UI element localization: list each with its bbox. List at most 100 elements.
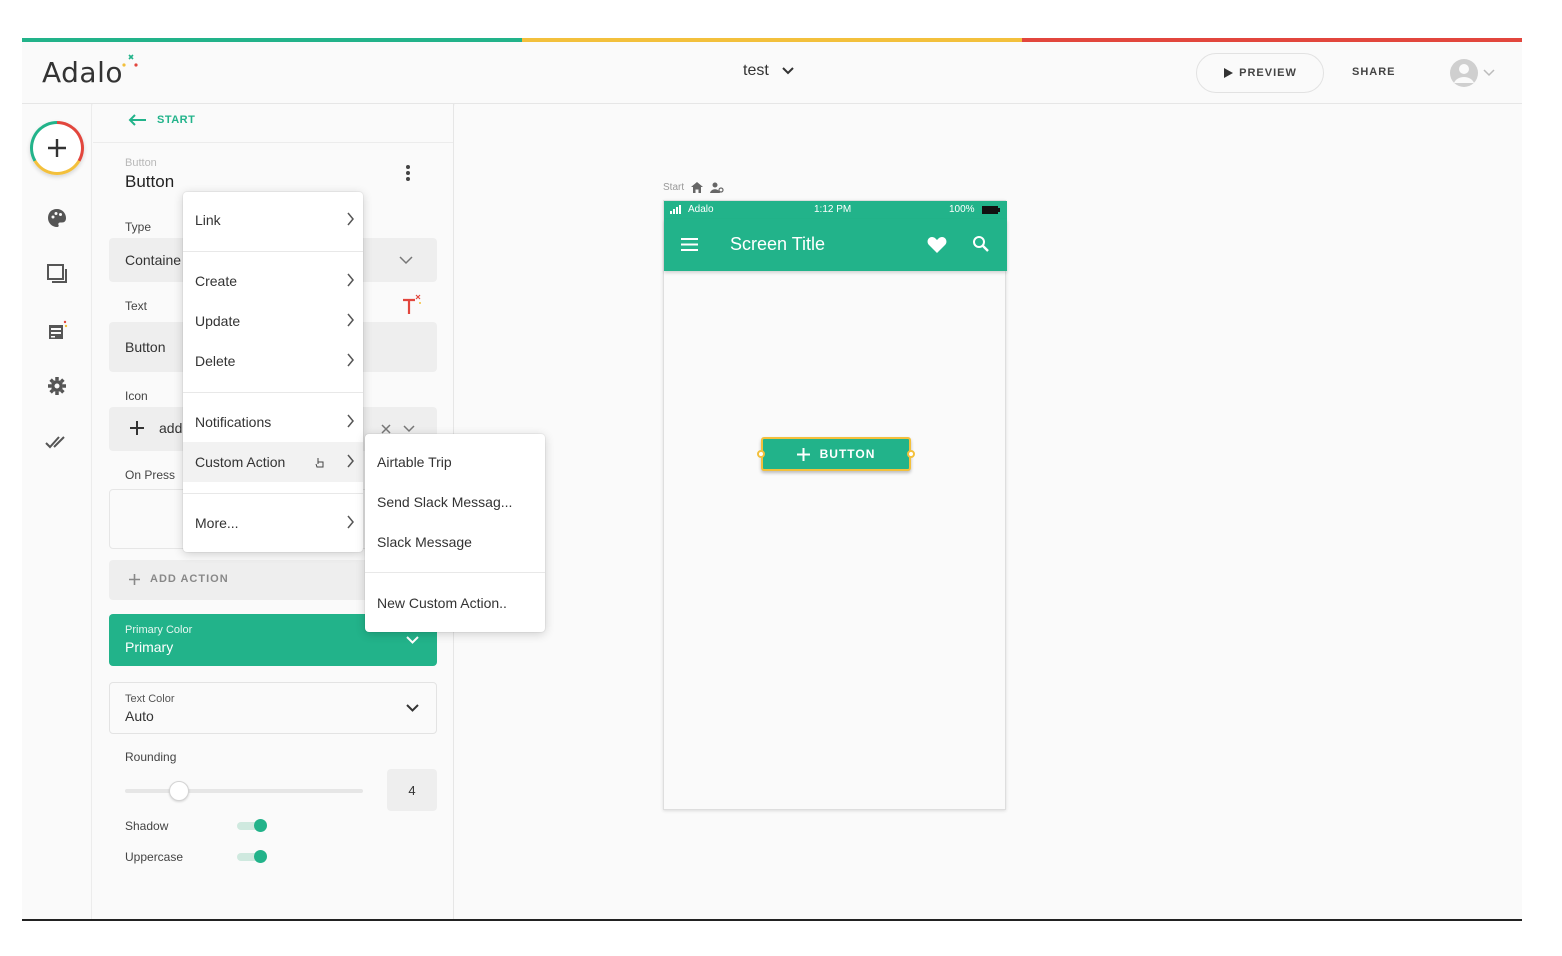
add-icon (33, 124, 81, 172)
top-header: Adalo test PREVIEW SHARE (22, 42, 1522, 104)
preview-label: PREVIEW (1239, 67, 1297, 79)
preview-button[interactable]: PREVIEW (1196, 53, 1324, 93)
plus-icon (796, 447, 810, 461)
custom-action-item[interactable]: Slack Message (365, 522, 545, 562)
menu-item-create[interactable]: Create (183, 261, 363, 301)
signal-icon (670, 205, 681, 214)
add-component-button[interactable] (30, 121, 84, 175)
chevron-right-icon (347, 414, 354, 428)
shadow-toggle[interactable] (237, 819, 267, 832)
menu-divider (365, 572, 545, 573)
menu-item-label: Link (195, 212, 221, 228)
uppercase-label: Uppercase (125, 850, 184, 864)
custom-action-label: Slack Message (377, 534, 472, 550)
menu-icon[interactable] (681, 238, 698, 251)
plus-icon (130, 421, 144, 435)
arrow-left-icon (128, 114, 146, 126)
text-value: Button (125, 339, 166, 355)
menu-item-label: Custom Action (195, 454, 286, 470)
magic-text-icon[interactable] (400, 294, 422, 316)
phone-screen[interactable]: Adalo 1:12 PM 100% Screen Title BUTTON (663, 200, 1007, 810)
share-button[interactable]: SHARE (1352, 66, 1396, 78)
publish-check-icon[interactable] (45, 430, 69, 454)
adalo-editor: Adalo test PREVIEW SHARE START Button Bu… (22, 38, 1522, 921)
rounding-slider-track[interactable] (125, 789, 363, 793)
panel-divider (93, 142, 453, 143)
custom-action-item[interactable]: Airtable Trip (365, 442, 545, 482)
text-label: Text (125, 299, 148, 313)
chevron-down-icon (782, 67, 794, 75)
menu-divider (183, 251, 363, 252)
account-menu[interactable] (1449, 58, 1495, 88)
heart-icon[interactable] (927, 236, 947, 254)
uppercase-toggle[interactable] (237, 850, 267, 863)
menu-divider (183, 493, 363, 494)
editor-canvas[interactable]: Start Adalo 1:12 PM 100% Screen Title BU… (455, 104, 1522, 919)
custom-action-submenu: Airtable Trip Send Slack Messag... Slack… (365, 434, 545, 632)
rounding-input[interactable]: 4 (387, 769, 437, 811)
clear-icon[interactable] (381, 424, 391, 434)
chevron-down-icon (403, 425, 415, 433)
screen-label[interactable]: Start (663, 182, 724, 193)
screen-title: Screen Title (730, 234, 826, 254)
menu-item-label: Delete (195, 353, 236, 369)
settings-icon[interactable] (45, 374, 69, 398)
menu-divider (183, 392, 363, 393)
back-to-screen-link[interactable]: START (127, 114, 195, 126)
type-value: Containe (125, 252, 182, 268)
app-bar[interactable]: Screen Title (664, 219, 1007, 271)
avatar-icon (1450, 59, 1478, 87)
custom-action-label: Send Slack Messag... (377, 494, 513, 510)
text-color-label: Text Color (125, 693, 175, 705)
selected-button-component[interactable]: BUTTON (757, 437, 915, 471)
menu-item-delete[interactable]: Delete (183, 341, 363, 381)
menu-item-update[interactable]: Update (183, 301, 363, 341)
screens-icon[interactable] (45, 262, 69, 286)
more-options-icon[interactable] (403, 162, 413, 184)
component-name[interactable]: Button (125, 172, 174, 192)
component-type-caption: Button (125, 157, 157, 169)
menu-item-label: Update (195, 313, 241, 329)
chevron-right-icon (347, 454, 354, 468)
resize-handle-right[interactable] (907, 450, 915, 458)
menu-item-custom-action[interactable]: Custom Action (183, 442, 363, 482)
menu-item-notifications[interactable]: Notifications (183, 402, 363, 442)
database-icon[interactable] (45, 318, 69, 342)
text-color-value: Auto (125, 708, 154, 724)
status-time: 1:12 PM (814, 204, 852, 215)
resize-handle-left[interactable] (757, 450, 765, 458)
palette-icon[interactable] (45, 206, 69, 230)
play-icon (1224, 68, 1234, 78)
pointer-cursor-icon (315, 458, 324, 468)
rounding-label: Rounding (125, 750, 177, 764)
text-color-select[interactable]: Text Color Auto (109, 682, 437, 734)
chevron-right-icon (347, 353, 354, 367)
icon-label: Icon (125, 389, 148, 403)
home-icon (691, 182, 704, 193)
custom-action-item[interactable]: Send Slack Messag... (365, 482, 545, 522)
menu-item-link[interactable]: Link (183, 200, 363, 240)
chevron-right-icon (347, 273, 354, 287)
logo-sparkle-icon (122, 54, 138, 67)
app-switcher[interactable]: test (743, 62, 795, 80)
rounding-slider-handle[interactable] (169, 781, 189, 801)
status-bar: Adalo 1:12 PM 100% (664, 201, 1007, 219)
app-name: test (743, 62, 769, 79)
menu-item-more[interactable]: More... (183, 503, 363, 543)
menu-item-label: More... (195, 515, 239, 531)
plus-icon (129, 574, 140, 585)
adalo-logo[interactable]: Adalo (42, 56, 123, 89)
menu-item-label: Notifications (195, 414, 272, 430)
icon-value: add (159, 420, 183, 436)
user-permission-icon (710, 182, 724, 193)
search-icon[interactable] (972, 235, 989, 252)
back-label: START (157, 114, 196, 126)
new-custom-action-item[interactable]: New Custom Action.. (365, 583, 545, 623)
status-carrier: Adalo (688, 204, 714, 215)
primary-color-label: Primary Color (125, 624, 193, 636)
type-label: Type (125, 220, 152, 234)
status-battery-label: 100% (949, 204, 975, 215)
chevron-down-icon (399, 256, 413, 265)
battery-icon (982, 206, 1000, 214)
new-custom-action-label: New Custom Action.. (377, 595, 507, 611)
